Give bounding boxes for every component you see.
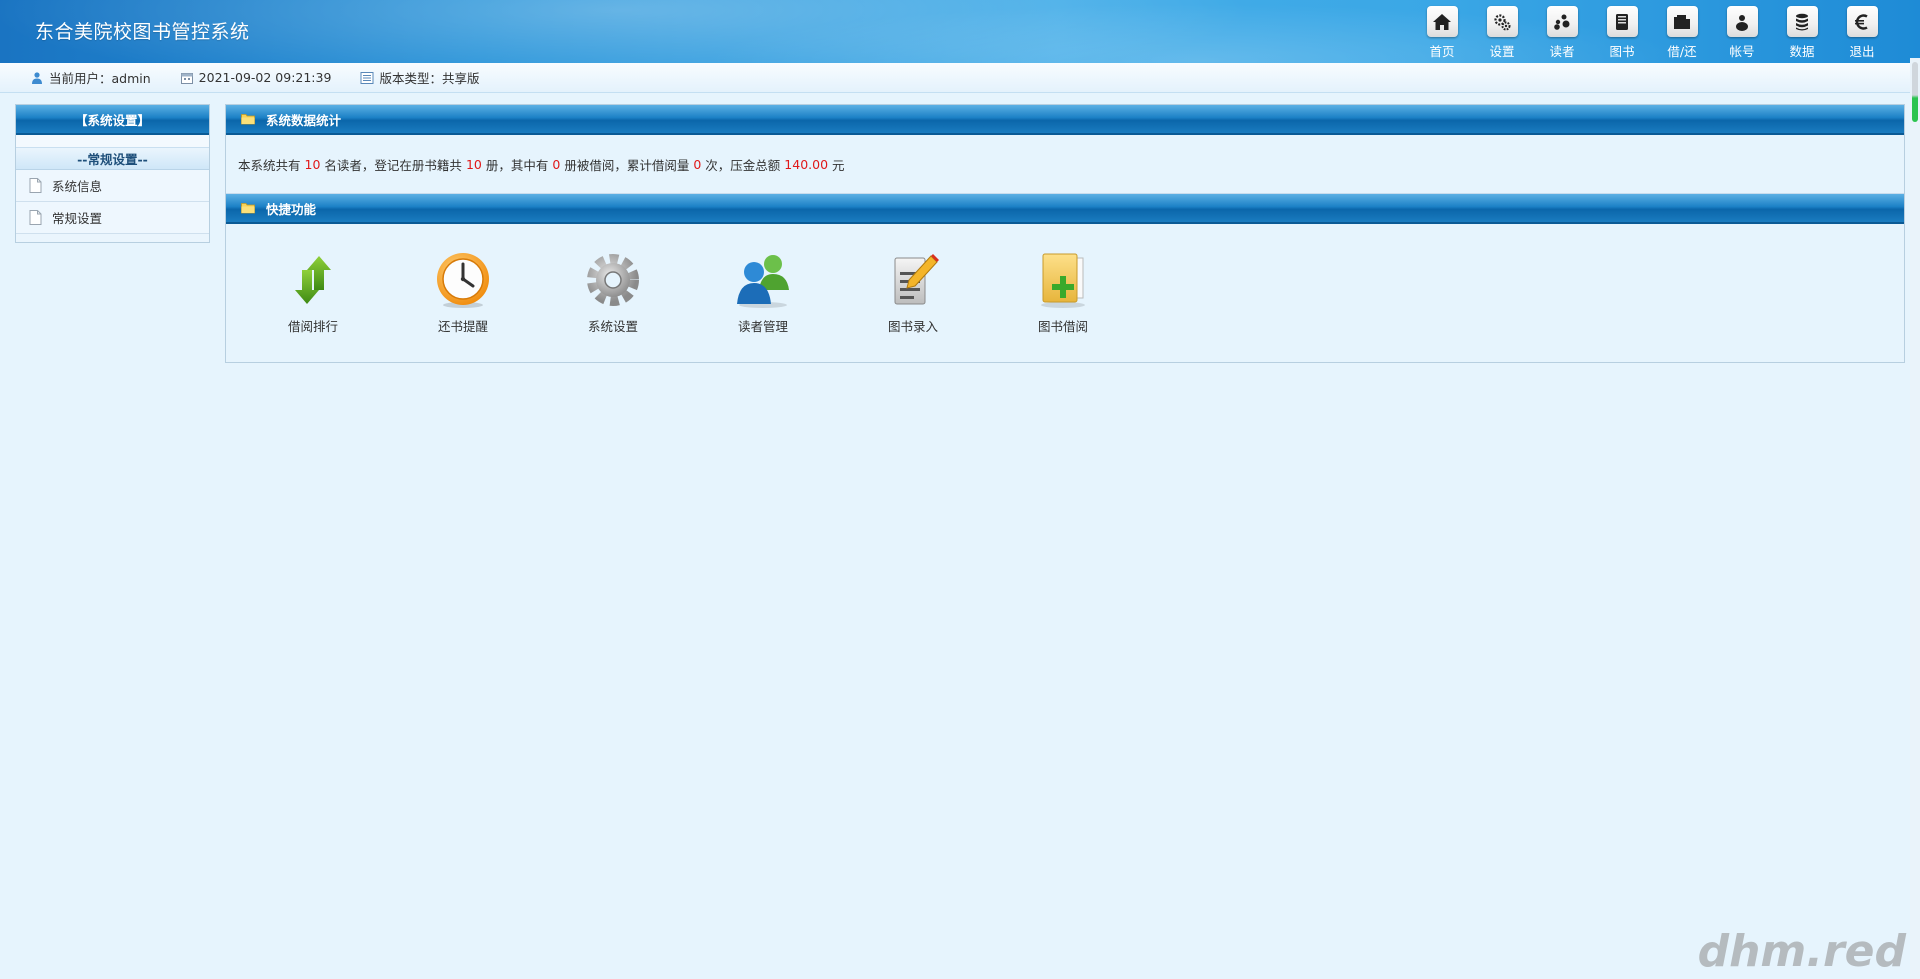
arrows-icon [283, 250, 343, 310]
folder-small-icon [241, 114, 255, 125]
quick-system-settings[interactable]: 系统设置 [538, 250, 688, 335]
quick-system-settings-label: 系统设置 [587, 319, 638, 334]
nav-books-label: 图书 [1609, 44, 1635, 59]
stats-text-3: 册，其中有 [485, 157, 549, 173]
stats-text-2: 名读者，登记在册书籍共 [324, 157, 462, 173]
quick-book-entry-label: 图书录入 [887, 319, 938, 334]
version-text: 版本类型：共享版 [379, 71, 480, 86]
home-icon [1426, 6, 1458, 37]
book-count: 10 [465, 156, 482, 172]
nav-account-label: 帐号 [1729, 44, 1755, 59]
user-icon [1726, 6, 1758, 37]
sidebar: 【系统设置】 --常规设置-- 系统信息 常规设置 [15, 104, 210, 243]
current-user-text: 当前用户：admin [49, 71, 151, 86]
readers-icon [733, 250, 793, 310]
folder-add-icon [1033, 250, 1093, 310]
total-borrow-count: 0 [693, 156, 702, 172]
sidebar-item-general-settings[interactable]: 常规设置 [16, 202, 209, 234]
nav-logout[interactable]: 退出 [1832, 6, 1892, 60]
stats-text-4: 册被借阅，累计借阅量 [564, 157, 690, 173]
main-panel: 系统数据统计 本系统共有 10 名读者，登记在册书籍共 10 册，其中有 0 册… [225, 104, 1905, 363]
quick-panel-header: 快捷功能 [226, 194, 1904, 224]
nav-readers-label: 读者 [1549, 44, 1575, 59]
borrowed-count: 0 [552, 156, 561, 172]
nav-settings-label: 设置 [1489, 44, 1515, 59]
quick-borrow-ranking-label: 借阅排行 [287, 319, 338, 334]
datetime-text: 2021-09-02 09:21:39 [198, 70, 332, 85]
quick-book-entry[interactable]: 图书录入 [838, 250, 988, 335]
quick-borrow-ranking[interactable]: 借阅排行 [238, 250, 388, 335]
version-type: 版本类型：共享版 [360, 68, 479, 87]
folder-icon [1666, 6, 1698, 37]
quick-book-borrow[interactable]: 图书借阅 [988, 250, 1138, 335]
current-user: 当前用户：admin [30, 68, 151, 87]
header-bar: 东合美院校图书管控系统 首页 设置 读者 图书 借/还 帐号 数据 退出 [0, 0, 1920, 63]
nav-settings[interactable]: 设置 [1472, 6, 1532, 60]
nav-account[interactable]: 帐号 [1712, 6, 1772, 60]
quick-return-reminder-label: 还书提醒 [437, 319, 488, 334]
current-datetime: 2021-09-02 09:21:39 [180, 70, 332, 85]
nav-home[interactable]: 首页 [1412, 6, 1472, 60]
page-icon [29, 210, 42, 225]
vertical-scrollbar[interactable] [1910, 58, 1920, 979]
nav-home-label: 首页 [1429, 44, 1455, 59]
deposit-total: 140.00 [784, 156, 829, 172]
book-icon [1606, 6, 1638, 37]
reader-count: 10 [304, 156, 321, 172]
stats-text-1: 本系统共有 [238, 157, 301, 173]
quick-reader-management[interactable]: 读者管理 [688, 250, 838, 335]
calendar-icon [180, 72, 193, 84]
sidebar-item-label: 常规设置 [52, 211, 103, 226]
user-small-icon [32, 71, 42, 84]
stats-panel-header: 系统数据统计 [226, 105, 1904, 135]
nav-borrow-return-label: 借/还 [1667, 44, 1697, 59]
stats-text-5: 次，压金总额 [705, 157, 781, 173]
sidebar-title: 【系统设置】 [16, 105, 209, 135]
nav-data[interactable]: 数据 [1772, 6, 1832, 60]
nav-readers[interactable]: 读者 [1532, 6, 1592, 60]
stats-panel-title: 系统数据统计 [266, 112, 342, 128]
stats-summary: 本系统共有 10 名读者，登记在册书籍共 10 册，其中有 0 册被借阅，累计借… [226, 135, 1904, 194]
nav-borrow-return[interactable]: 借/还 [1652, 6, 1712, 60]
clock-icon [433, 250, 493, 310]
quick-panel-title: 快捷功能 [266, 201, 317, 217]
database-icon [1786, 6, 1818, 37]
status-bar: 当前用户：admin 2021-09-02 09:21:39 版本类型：共享版 [0, 63, 1920, 93]
scrollbar-thumb[interactable] [1912, 62, 1918, 122]
gear-icon [583, 250, 643, 310]
document-edit-icon [883, 250, 943, 310]
quick-book-borrow-label: 图书借阅 [1037, 319, 1088, 334]
users-icon [1546, 6, 1578, 37]
watermark: dhm.red [1697, 926, 1906, 977]
folder-small-icon [241, 203, 255, 214]
app-title: 东合美院校图书管控系统 [35, 21, 250, 43]
stats-text-6: 元 [832, 157, 845, 173]
nav-logout-label: 退出 [1849, 44, 1875, 59]
sidebar-item-label: 系统信息 [52, 179, 103, 194]
quick-reader-management-label: 读者管理 [737, 319, 788, 334]
sidebar-item-system-info[interactable]: 系统信息 [16, 170, 209, 202]
quick-functions: 借阅排行 还书提醒 系统设置 读者管理 图书录入 图书借阅 [226, 224, 1904, 335]
nav-data-label: 数据 [1789, 44, 1815, 59]
list-icon [360, 71, 374, 84]
sidebar-group-label: --常规设置-- [16, 148, 209, 170]
euro-icon [1846, 6, 1878, 37]
gears-icon [1486, 6, 1518, 37]
nav-books[interactable]: 图书 [1592, 6, 1652, 60]
sidebar-spacer [16, 135, 209, 148]
top-nav: 首页 设置 读者 图书 借/还 帐号 数据 退出 [1412, 6, 1892, 60]
quick-return-reminder[interactable]: 还书提醒 [388, 250, 538, 335]
page-icon [29, 178, 42, 193]
